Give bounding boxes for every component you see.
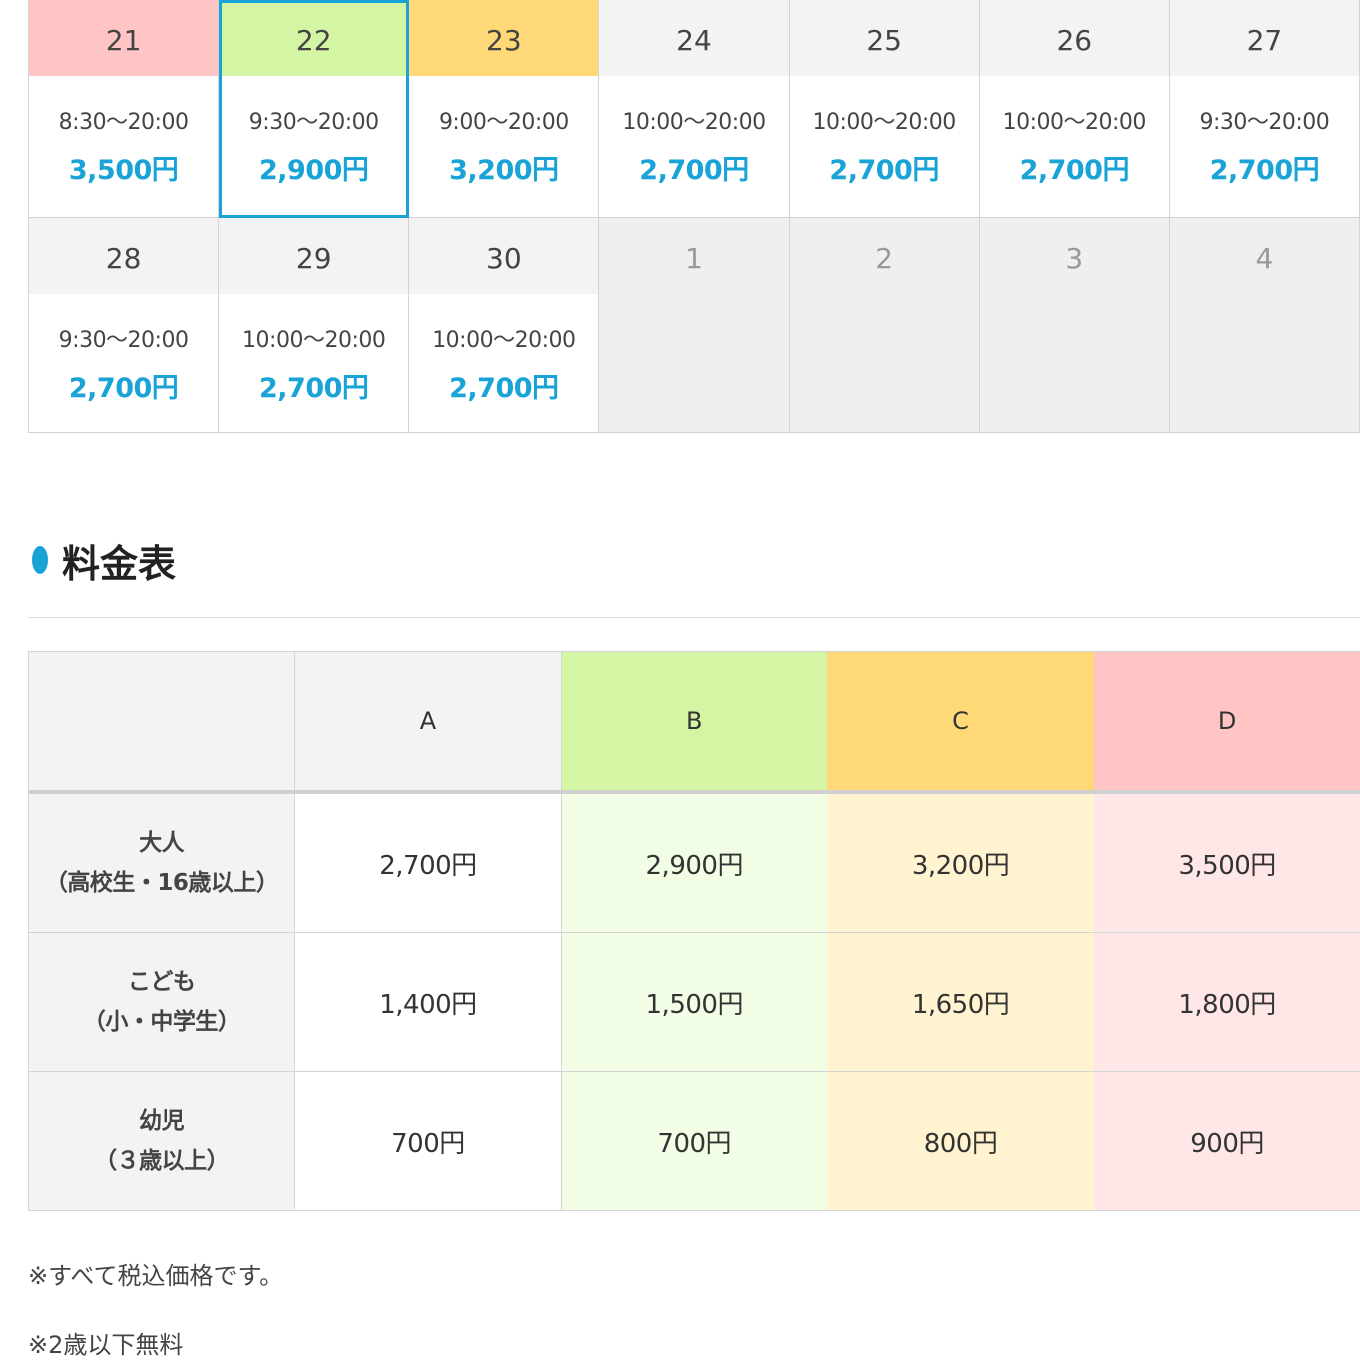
price-cell: 900円: [1093, 1071, 1360, 1211]
price-cell: 2,700円: [294, 791, 562, 933]
price-cell: 3,500円: [1093, 791, 1360, 933]
day-price: 2,700円: [639, 155, 749, 186]
opening-hours: 9:30〜20:00: [248, 110, 379, 135]
opening-hours: 8:30〜20:00: [58, 110, 189, 135]
opening-hours: 9:30〜20:00: [1199, 110, 1330, 135]
day-number: 24: [599, 0, 789, 76]
opening-hours: 10:00〜20:00: [242, 328, 386, 353]
day-price: 2,700円: [1019, 155, 1130, 186]
table-row: 大人 （高校生・16歳以上） 2,700円 2,900円 3,200円 3,500…: [27, 791, 1360, 933]
calendar-day-cell-next-month: 3: [979, 218, 1170, 432]
calendar-day-cell[interactable]: 22 9:30〜20:00 2,900円: [219, 0, 410, 218]
day-price: 2,700円: [449, 373, 559, 404]
calendar-day-cell[interactable]: 23 9:00〜20:00 3,200円: [409, 0, 600, 218]
opening-hours: 9:00〜20:00: [438, 110, 569, 135]
day-price: 3,200円: [449, 155, 559, 186]
note-under-two-free: ※2歳以下無料: [28, 1331, 184, 1359]
corner-header-cell: [27, 651, 296, 794]
row-label-sub: （高校生・16歳以上）: [44, 870, 279, 896]
price-cell: 2,900円: [561, 791, 828, 933]
rate-header-a: A: [294, 651, 562, 794]
calendar-day-cell[interactable]: 29 10:00〜20:00 2,700円: [219, 218, 410, 432]
calendar-day-cell[interactable]: 30 10:00〜20:00 2,700円: [409, 218, 600, 432]
opening-hours: 10:00〜20:00: [812, 110, 956, 135]
note-tax-included: ※すべて税込価格です。: [28, 1262, 284, 1290]
bullet-dot-icon: [32, 546, 48, 574]
opening-hours: 10:00〜20:00: [622, 110, 766, 135]
price-cell: 1,800円: [1093, 932, 1360, 1072]
rate-header-c: C: [827, 651, 1094, 794]
row-label-main: 大人: [139, 830, 185, 856]
price-cell: 1,500円: [561, 932, 828, 1072]
calendar-day-cell[interactable]: 24 10:00〜20:00 2,700円: [599, 0, 790, 218]
price-table-heading: 料金表: [32, 534, 176, 586]
price-cell: 3,200円: [827, 791, 1094, 933]
price-cell: 1,650円: [827, 932, 1094, 1072]
table-row: こども （小・中学生） 1,400円 1,500円 1,650円 1,800円: [27, 932, 1360, 1072]
row-label-child: こども （小・中学生）: [27, 932, 296, 1072]
rate-header-b: B: [561, 651, 828, 794]
day-number: 26: [979, 0, 1169, 76]
row-label-adult: 大人 （高校生・16歳以上）: [27, 791, 296, 933]
rate-header-d: D: [1093, 651, 1360, 794]
day-number: 25: [789, 0, 979, 76]
section-divider: [28, 617, 1360, 618]
day-number: 4: [1169, 218, 1359, 294]
row-label-main: こども: [127, 969, 196, 995]
calendar-day-cell[interactable]: 25 10:00〜20:00 2,700円: [789, 0, 980, 218]
calendar-day-cell-next-month: 4: [1169, 218, 1360, 432]
day-price: 2,700円: [829, 155, 939, 186]
day-number: 28: [29, 218, 219, 294]
price-cell: 700円: [294, 1071, 562, 1211]
opening-hours: 10:00〜20:00: [432, 328, 576, 353]
price-table: A B C D 大人 （高校生・16歳以上） 2,700円 2,900円 3,20…: [27, 651, 1360, 1211]
day-number: 22: [219, 0, 409, 76]
price-cell: 700円: [561, 1071, 828, 1211]
price-cell: 1,400円: [294, 932, 562, 1072]
calendar-day-cell[interactable]: 21 8:30〜20:00 3,500円: [29, 0, 220, 218]
day-price: 2,700円: [259, 373, 369, 404]
day-number: 27: [1169, 0, 1359, 76]
day-price: 2,700円: [1209, 155, 1320, 186]
price-cell: 800円: [827, 1071, 1094, 1211]
opening-hours: 10:00〜20:00: [1002, 110, 1147, 135]
day-number: 30: [409, 218, 599, 294]
table-row: 幼児 （３歳以上） 700円 700円 800円 900円: [27, 1071, 1360, 1211]
day-price: 2,700円: [68, 373, 179, 404]
day-price: 2,900円: [259, 155, 369, 186]
day-price: 3,500円: [68, 155, 179, 186]
calendar-day-cell[interactable]: 28 9:30〜20:00 2,700円: [29, 218, 220, 432]
row-label-main: 幼児: [139, 1108, 185, 1134]
calendar-day-cell-next-month: 1: [599, 218, 790, 432]
row-label-sub: （３歳以上）: [94, 1148, 230, 1174]
calendar-day-cell-next-month: 2: [789, 218, 980, 432]
calendar-grid: 21 8:30〜20:00 3,500円 22 9:30〜20:00 2,900円 23…: [28, 0, 1360, 433]
row-label-sub: （小・中学生）: [82, 1009, 241, 1035]
day-number: 29: [219, 218, 409, 294]
day-number: 23: [409, 0, 599, 76]
day-number: 21: [29, 0, 219, 76]
section-title-text: 料金表: [62, 541, 177, 586]
row-label-infant: 幼児 （３歳以上）: [27, 1071, 296, 1211]
day-number: 1: [599, 218, 789, 294]
opening-hours: 9:30〜20:00: [58, 328, 189, 353]
calendar-day-cell[interactable]: 27 9:30〜20:00 2,700円: [1169, 0, 1360, 218]
day-number: 2: [789, 218, 979, 294]
calendar-day-cell[interactable]: 26 10:00〜20:00 2,700円: [979, 0, 1170, 218]
day-number: 3: [979, 218, 1169, 294]
